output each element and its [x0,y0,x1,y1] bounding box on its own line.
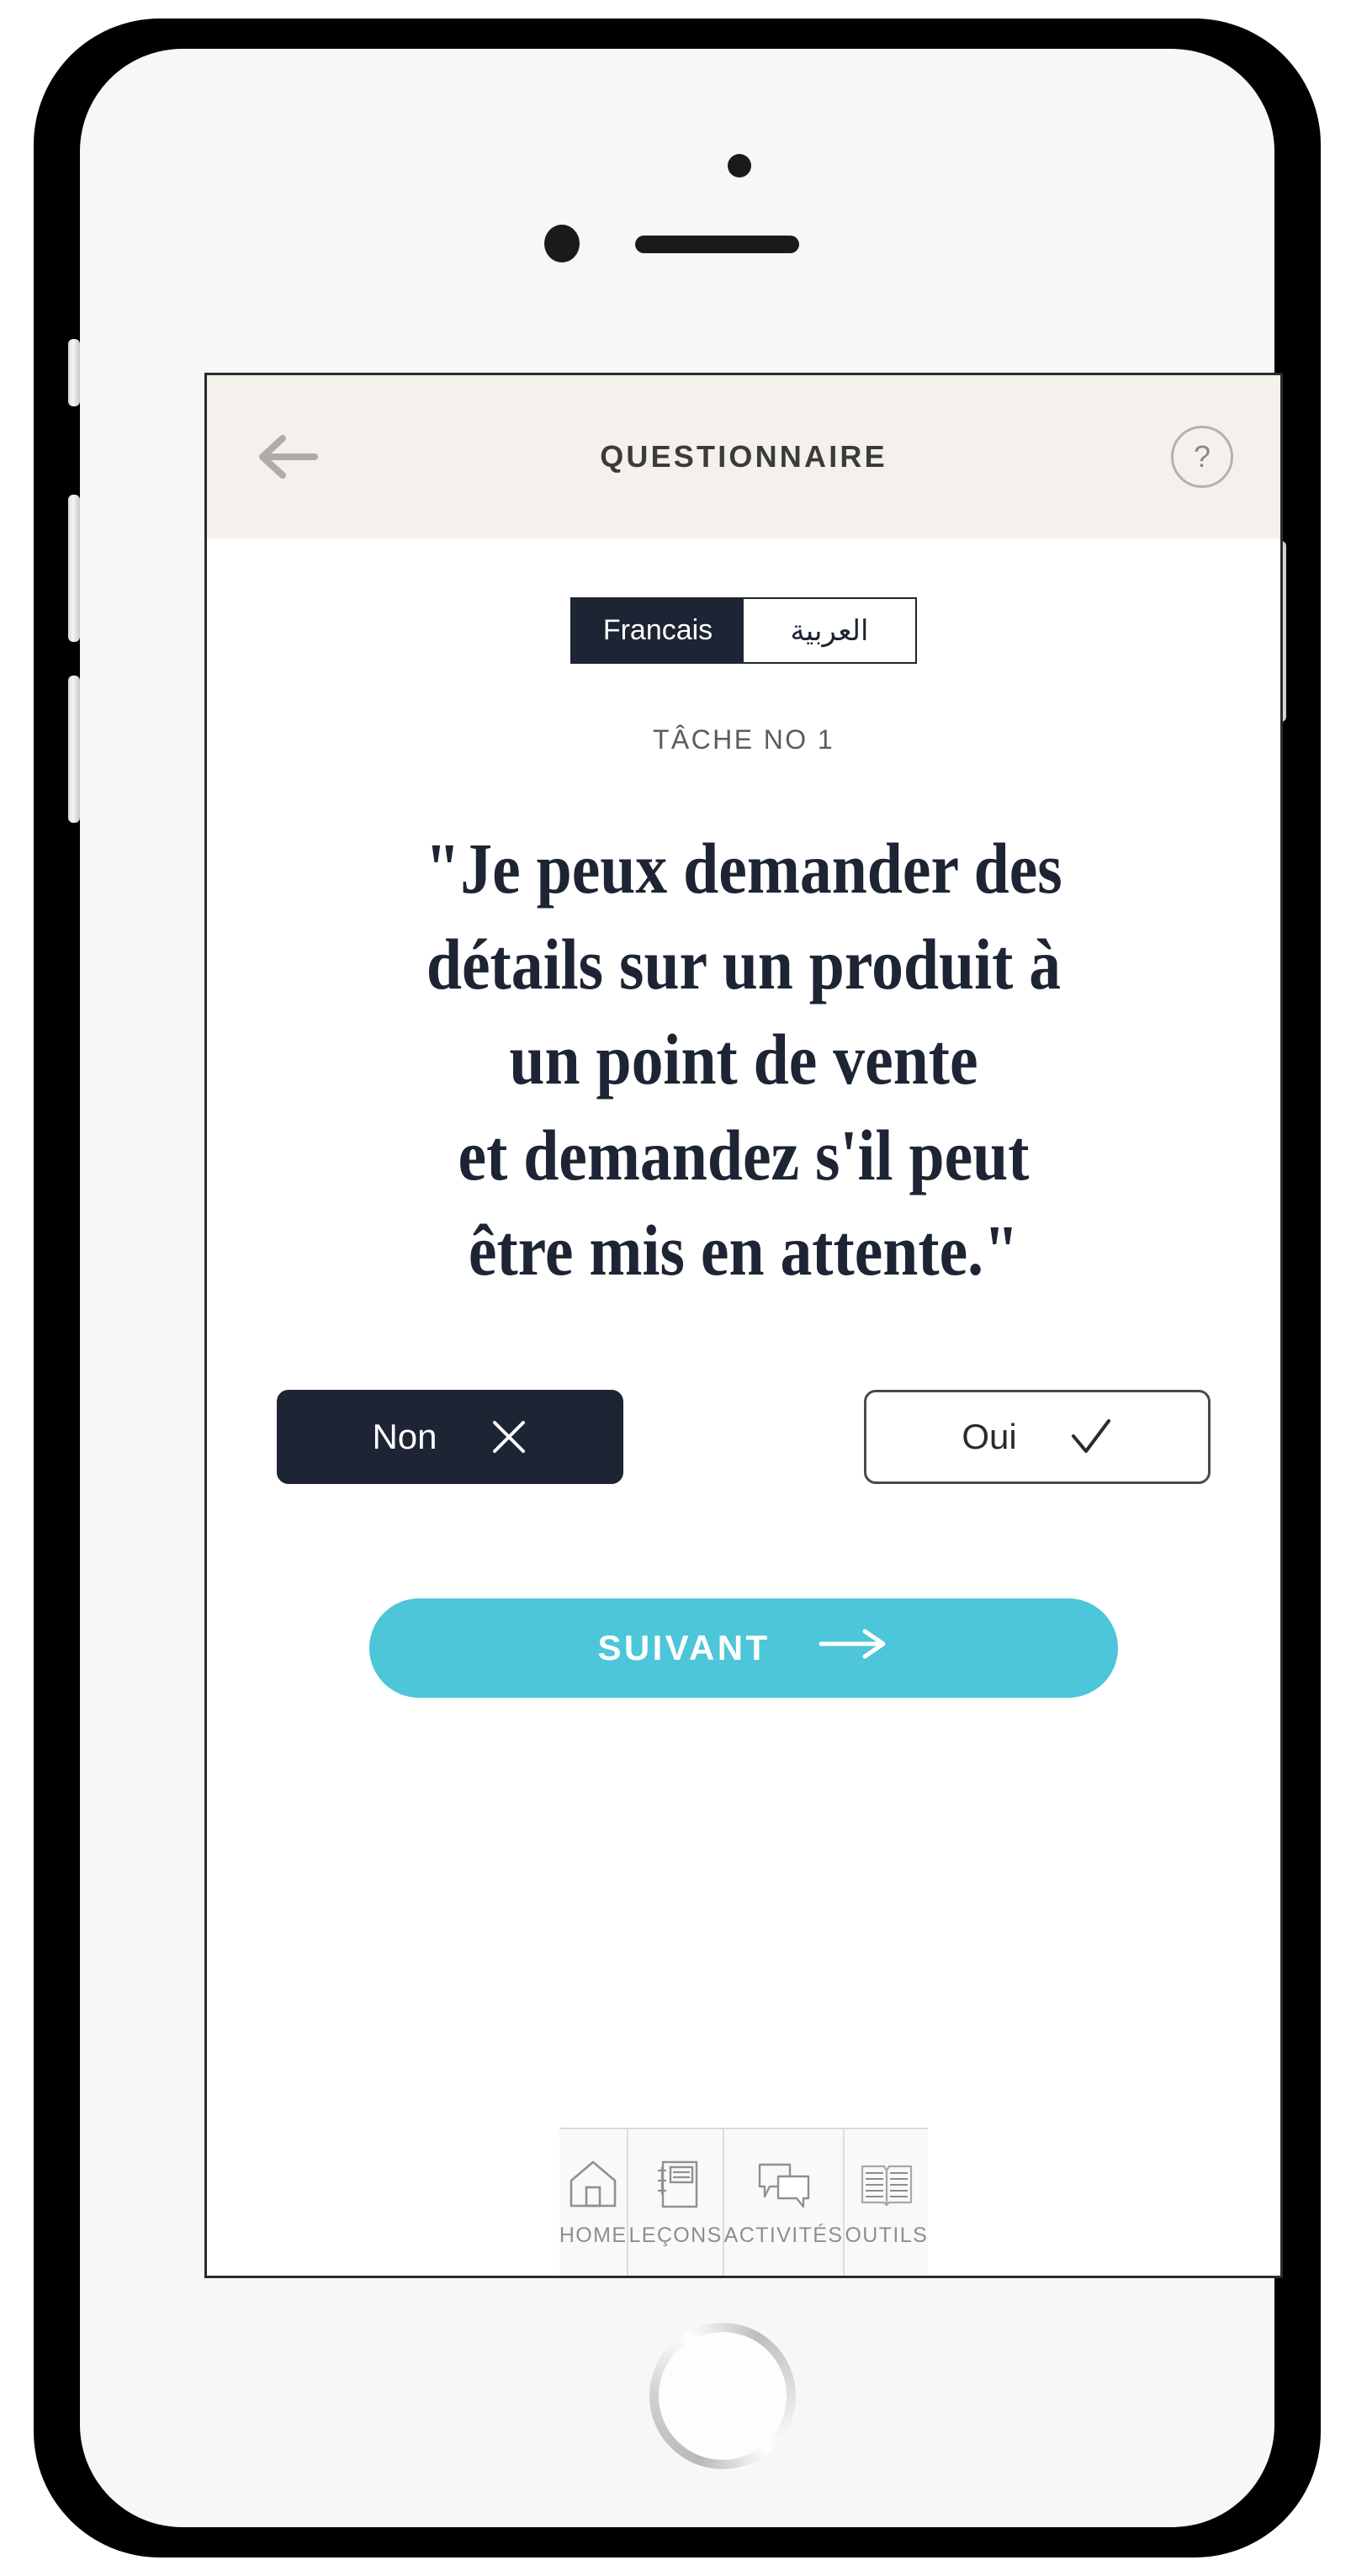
proximity-sensor-icon [728,154,751,178]
nav-label-activites: ACTIVITÉS [723,2223,844,2247]
open-book-icon [859,2158,914,2210]
nav-label-lecons: LEÇONS [628,2223,723,2247]
phone-body: QUESTIONNAIRE ? Francais العربية TÂCHE N… [68,49,1286,2527]
question-line: détails sur un produit à [426,923,1062,1004]
next-button-row: SUIVANT [207,1598,1280,1698]
help-button[interactable]: ? [1171,426,1233,488]
question-line: un point de vente [509,1019,978,1100]
screen-content: Francais العربية TÂCHE NO 1 "Je peux dem… [207,538,1280,2276]
answer-no-button[interactable]: Non [277,1389,623,1484]
nav-label-home: HOME [559,2223,628,2247]
silent-switch-button[interactable] [68,339,80,406]
page-title: QUESTIONNAIRE [600,439,887,474]
front-camera-icon [544,225,580,262]
earpiece-speaker [635,236,799,253]
question-line: "Je peux demander des [425,828,1062,909]
arrow-left-icon [259,435,318,479]
back-button[interactable] [254,432,320,482]
volume-down-button[interactable] [68,676,80,823]
nav-item-outils[interactable]: OUTILS [845,2129,928,2276]
next-button-label: SUIVANT [597,1627,771,1667]
home-icon [567,2158,619,2210]
bottom-navigation: HOME LEÇONS ACTIVITÉS OUTILS [559,2128,929,2276]
language-option-french[interactable]: Francais [572,599,744,662]
answer-no-label: Non [372,1416,437,1456]
check-icon [1069,1418,1113,1456]
nav-label-outils: OUTILS [845,2223,929,2247]
answer-yes-button[interactable]: Oui [864,1389,1211,1484]
chat-bubbles-icon [756,2158,812,2210]
notebook-icon [651,2158,700,2210]
close-x-icon [490,1418,528,1456]
answer-yes-label: Oui [962,1416,1017,1456]
question-line: être mis en attente." [468,1210,1020,1291]
task-label: TÂCHE NO 1 [652,724,835,755]
question-line: et demandez s'il peut [458,1114,1030,1195]
nav-item-activites[interactable]: ACTIVITÉS [724,2129,845,2276]
nav-item-lecons[interactable]: LEÇONS [628,2129,724,2276]
language-option-arabic[interactable]: العربية [744,599,915,662]
arrow-right-icon [818,1627,890,1669]
answer-buttons: Non Oui [277,1389,1211,1484]
phone-frame: QUESTIONNAIRE ? Francais العربية TÂCHE N… [34,19,1321,2557]
app-header: QUESTIONNAIRE ? [207,375,1280,538]
nav-item-home[interactable]: HOME [559,2129,629,2276]
question-text: "Je peux demander des détails sur un pro… [333,821,1155,1299]
next-button[interactable]: SUIVANT [369,1598,1118,1698]
language-toggle: Francais العربية [570,597,917,664]
app-screen: QUESTIONNAIRE ? Francais العربية TÂCHE N… [204,373,1283,2278]
home-button[interactable] [649,2323,796,2469]
help-button-label: ? [1193,439,1211,474]
volume-up-button[interactable] [68,495,80,642]
